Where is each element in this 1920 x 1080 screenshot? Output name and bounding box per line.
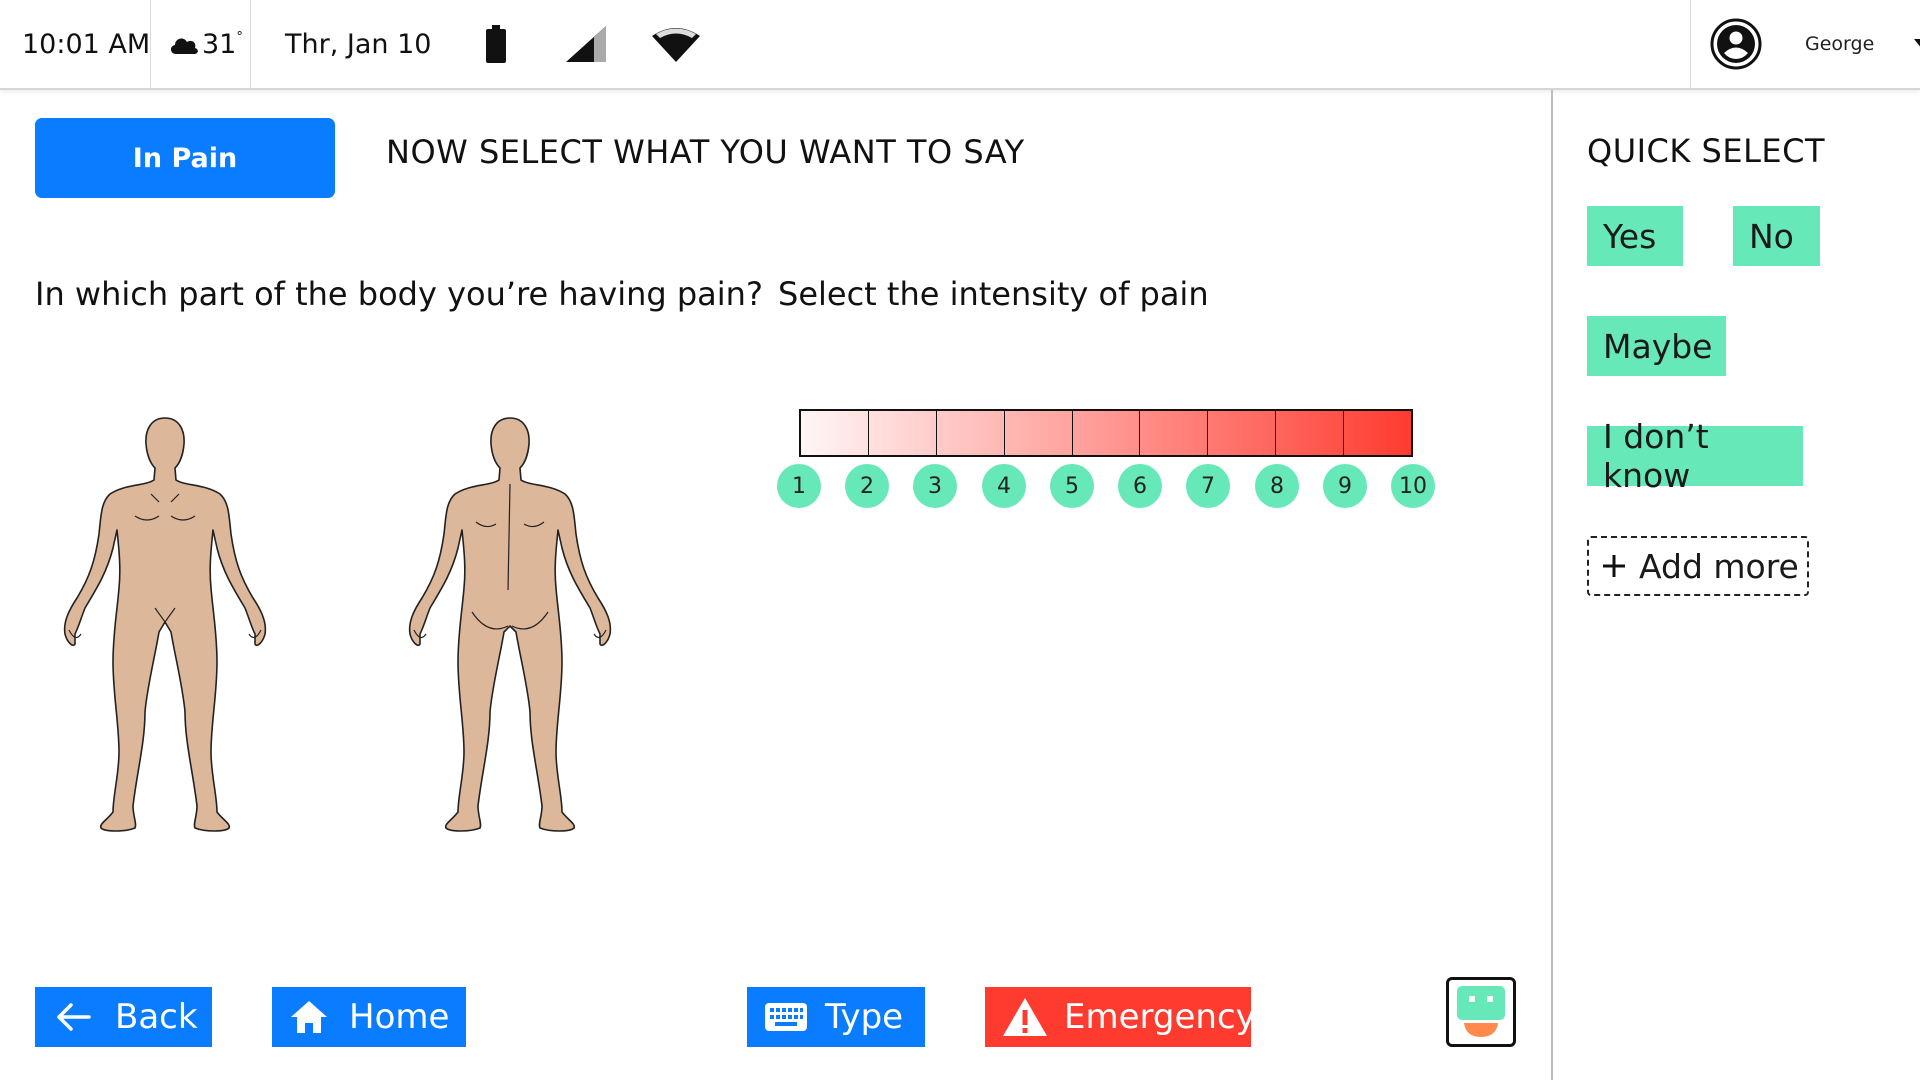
- home-icon: [289, 999, 329, 1035]
- body-back-figure[interactable]: [400, 412, 620, 842]
- pain-scale-segment[interactable]: [801, 411, 869, 455]
- assistant-bot-button[interactable]: [1446, 977, 1516, 1047]
- caret-down-icon[interactable]: [1914, 39, 1920, 49]
- status-divider: [150, 0, 151, 88]
- date: Thr, Jan 10: [285, 0, 431, 88]
- pain-level-4-button[interactable]: 4: [982, 464, 1026, 508]
- pain-level-2-button[interactable]: 2: [845, 464, 889, 508]
- body-question: In which part of the body you’re having …: [35, 275, 763, 313]
- pain-level-selector: 1 2 3 4 5 6 7 8 9 10: [777, 464, 1436, 508]
- status-divider: [1690, 0, 1691, 88]
- body-front-figure[interactable]: [55, 412, 275, 842]
- category-in-pain-button[interactable]: In Pain: [35, 118, 335, 198]
- plus-icon: [1601, 553, 1627, 579]
- sidebar-divider: [1551, 90, 1553, 1080]
- pain-level-9-button[interactable]: 9: [1323, 464, 1367, 508]
- pain-scale-segment[interactable]: [1208, 411, 1277, 455]
- pain-level-3-button[interactable]: 3: [913, 464, 957, 508]
- temperature-unit: °: [236, 30, 243, 45]
- pain-level-8-button[interactable]: 8: [1255, 464, 1299, 508]
- account-circle-icon: [1710, 18, 1762, 70]
- back-button[interactable]: Back: [35, 987, 212, 1047]
- add-more-label: Add more: [1639, 546, 1799, 586]
- status-bar: 10:01 AM 31 ° Thr, Jan 10 George: [0, 0, 1920, 90]
- quick-select-dont-know-button[interactable]: I don’t know: [1587, 417, 1803, 495]
- date-text: Thr, Jan 10: [285, 28, 432, 60]
- user-menu[interactable]: George: [1710, 0, 1920, 88]
- pain-intensity-scale[interactable]: [799, 409, 1413, 457]
- pain-scale-segment[interactable]: [1004, 411, 1073, 455]
- type-label: Type: [825, 997, 904, 1037]
- wifi-icon: [652, 0, 700, 88]
- pain-scale-segment[interactable]: [936, 411, 1005, 455]
- emergency-button[interactable]: Emergency: [985, 987, 1256, 1047]
- add-more-button[interactable]: Add more: [1587, 536, 1809, 596]
- emergency-label: Emergency: [1064, 997, 1256, 1037]
- time-text: 10:01 AM: [22, 28, 151, 60]
- keyboard-icon: [765, 1003, 807, 1031]
- quick-select-no-button[interactable]: No: [1733, 206, 1820, 266]
- quick-select-title: QUICK SELECT: [1587, 132, 1826, 170]
- pain-level-6-button[interactable]: 6: [1118, 464, 1162, 508]
- quick-select-yes-button[interactable]: Yes: [1587, 206, 1683, 266]
- pain-level-5-button[interactable]: 5: [1050, 464, 1094, 508]
- pain-scale-segment[interactable]: [1344, 411, 1412, 455]
- temperature-text: 31: [202, 28, 237, 60]
- type-button[interactable]: Type: [747, 987, 925, 1047]
- clock: 10:01 AM: [22, 0, 150, 88]
- warning-icon: [1002, 997, 1048, 1037]
- robot-face-icon: [1456, 985, 1506, 1039]
- arrow-left-icon: [53, 1002, 93, 1032]
- cloud-icon: [168, 32, 200, 56]
- pain-level-7-button[interactable]: 7: [1186, 464, 1230, 508]
- pain-scale-segment[interactable]: [1140, 411, 1209, 455]
- status-divider: [250, 0, 251, 88]
- quick-select-maybe-button[interactable]: Maybe: [1587, 316, 1726, 376]
- intensity-question: Select the intensity of pain: [778, 275, 1209, 313]
- weather: 31 °: [168, 0, 243, 88]
- home-label: Home: [349, 997, 450, 1037]
- user-name: George: [1805, 33, 1875, 55]
- pain-scale-segment[interactable]: [1276, 411, 1345, 455]
- pain-level-1-button[interactable]: 1: [777, 464, 821, 508]
- battery-icon: [485, 0, 507, 88]
- home-button[interactable]: Home: [272, 987, 466, 1047]
- pain-scale-segment[interactable]: [1072, 411, 1141, 455]
- back-label: Back: [115, 997, 198, 1037]
- cellular-signal-icon: [566, 0, 608, 88]
- pain-level-10-button[interactable]: 10: [1391, 464, 1435, 508]
- pain-scale-segment[interactable]: [868, 411, 937, 455]
- instruction-heading: NOW SELECT WHAT YOU WANT TO SAY: [386, 133, 1025, 171]
